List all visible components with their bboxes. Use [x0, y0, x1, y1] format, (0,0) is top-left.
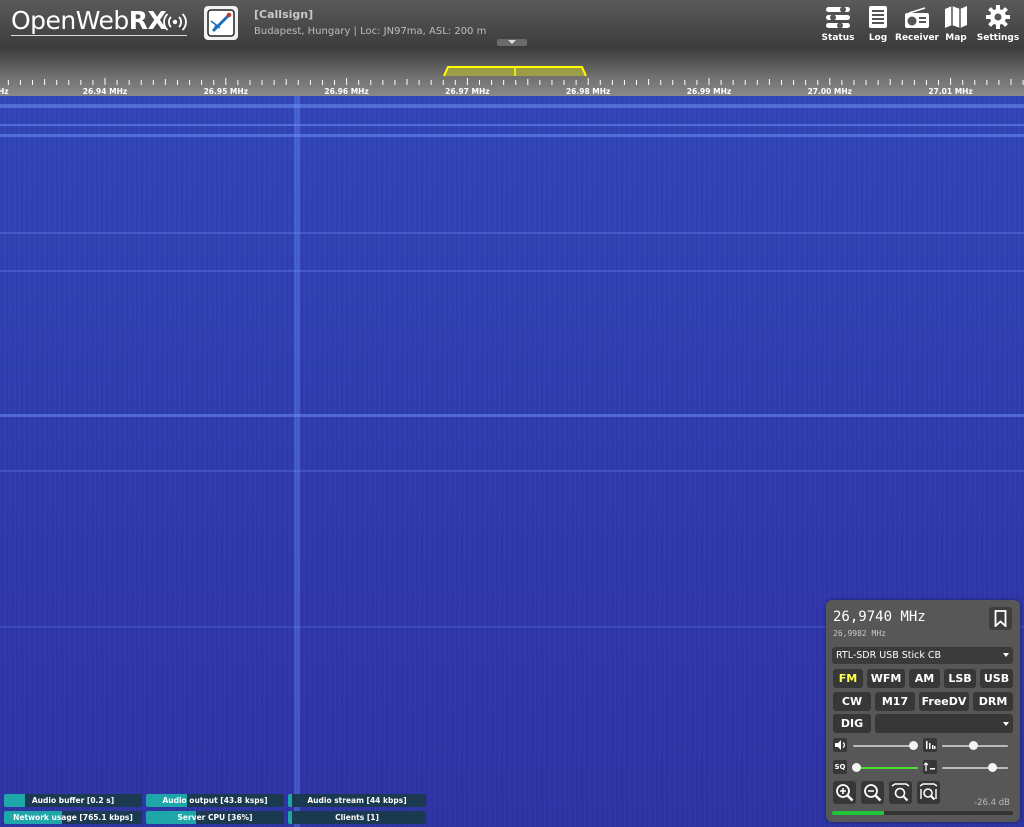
status-network-usage-label: Network usage [765.1 kbps]: [13, 813, 133, 822]
radio-icon: [905, 7, 929, 28]
squelch-auto-button[interactable]: SQ: [833, 760, 847, 774]
tuned-frequency-display[interactable]: 26,9740 MHz: [833, 609, 926, 625]
waterfall-band: [0, 134, 1024, 137]
mode-button-lsb[interactable]: LSB: [944, 669, 976, 688]
status-audio-buffer-label: Audio buffer [0.2 s]: [31, 796, 115, 805]
volume-slider-handle[interactable]: [909, 741, 918, 750]
sdr-profile-value: RTL-SDR USB Stick CB: [836, 650, 942, 661]
agc-icon: [923, 762, 935, 771]
receiver-description: Budapest, Hungary | Loc: JN97ma, ASL: 20…: [254, 26, 487, 37]
logo-underline: [11, 35, 187, 36]
smeter-db-readout: -26.4 dB: [974, 798, 1010, 808]
nav-settings-label: Settings: [976, 33, 1020, 43]
volume-slider-track[interactable]: [853, 745, 915, 747]
scale-label: 26.95 MHz: [204, 87, 248, 96]
zoom-reset-icon: [919, 783, 938, 801]
zoom-in-icon: [836, 784, 854, 802]
status-audio-stream[interactable]: Audio stream [44 kbps]: [288, 794, 426, 807]
nav-log-label: Log: [868, 33, 888, 43]
digital-mode-select[interactable]: [875, 714, 1013, 733]
log-icon: [869, 6, 887, 28]
mode-button-wfm[interactable]: WFM: [867, 669, 905, 688]
mode-button-usb[interactable]: USB: [980, 669, 1013, 688]
scale-label: 26.94 MHz: [83, 87, 127, 96]
bookmark-icon: [994, 610, 1007, 627]
waterfall-band: [0, 470, 1024, 472]
chevron-down-icon: [1003, 722, 1009, 726]
squelch-slider-handle[interactable]: [852, 763, 861, 772]
receiver-avatar-icon: [207, 9, 235, 37]
zoom-to-passband-button[interactable]: [889, 781, 912, 804]
status-server-cpu[interactable]: Server CPU [36%]: [146, 811, 284, 824]
gear-icon: [986, 5, 1010, 29]
status-network-usage[interactable]: Network usage [765.1 kbps]: [4, 811, 142, 824]
scale-label: 27.01 MHz: [928, 87, 972, 96]
status-audio-stream-label: Audio stream [44 kbps]: [307, 796, 407, 805]
status-icon: [826, 6, 850, 29]
waterfall-band: [0, 270, 1024, 272]
agc-slider-track[interactable]: [942, 767, 1008, 769]
status-clients-label: Clients [1]: [335, 813, 379, 822]
mode-button-m17[interactable]: M17: [875, 692, 915, 711]
smeter-level: [832, 811, 885, 815]
mode-button-dig[interactable]: DIG: [833, 714, 871, 733]
mode-button-cw[interactable]: CW: [833, 692, 871, 711]
mode-button-am[interactable]: AM: [909, 669, 940, 688]
top-bar: OpenWebRX [Callsign] Budapest, Hungary |…: [0, 0, 1024, 48]
status-server-cpu-label: Server CPU [36%]: [177, 813, 253, 822]
chevron-down-icon: [1003, 653, 1009, 657]
scale-label: 26.97 MHz: [445, 87, 489, 96]
scale-edge-label: Hz: [0, 87, 9, 96]
mode-button-fm[interactable]: FM: [833, 669, 863, 688]
scale-label: 26.98 MHz: [566, 87, 610, 96]
noise-reduction-button[interactable]: [923, 738, 937, 752]
logo-text-regular: OpenWeb: [11, 6, 129, 35]
scale-label: 26.99 MHz: [687, 87, 731, 96]
waterfall-band: [0, 124, 1024, 126]
map-icon: [945, 6, 967, 28]
agc-button[interactable]: [923, 760, 937, 774]
header-nav: Status Log Receiver Map Settings: [814, 4, 1024, 43]
waterfall-band: [0, 104, 1024, 108]
receiver-name: [Callsign]: [254, 8, 314, 21]
receiver-avatar[interactable]: [204, 6, 238, 40]
status-audio-output-label: Audio output [43.8 ksps]: [162, 796, 268, 805]
waterfall-band: [0, 414, 1024, 417]
bookmark-button[interactable]: [989, 607, 1012, 630]
offset-frequency-display: 26,9982 MHz: [833, 629, 886, 638]
zoom-in-button[interactable]: [833, 781, 856, 804]
squelch-level-indicator: [856, 767, 918, 769]
mode-button-drm[interactable]: DRM: [973, 692, 1013, 711]
waterfall-band: [0, 232, 1024, 234]
radio-waves-icon: [163, 13, 187, 31]
noise-reduction-slider-handle[interactable]: [969, 741, 978, 750]
scale-label: 27.00 MHz: [808, 87, 852, 96]
header-collapse-toggle[interactable]: [497, 39, 527, 46]
smeter-bar: [832, 811, 1013, 815]
nav-settings-button[interactable]: Settings: [972, 4, 1024, 43]
scale-ticks: Hz 26.94 MHz 26.95 MHz 26.96 MHz 26.97 MHz 2…: [0, 66, 1024, 96]
zoom-out-icon: [864, 784, 882, 802]
status-audio-buffer[interactable]: Audio buffer [0.2 s]: [4, 794, 142, 807]
mode-button-freedv[interactable]: FreeDV: [919, 692, 969, 711]
openwebrx-logo[interactable]: OpenWebRX: [11, 6, 167, 35]
bars-icon: [926, 741, 936, 749]
zoom-reset-button[interactable]: [917, 781, 940, 804]
waterfall-carrier: [294, 96, 300, 827]
logo-text-bold: RX: [128, 6, 167, 35]
status-audio-output[interactable]: Audio output [43.8 ksps]: [146, 794, 284, 807]
zoom-passband-icon: [891, 783, 910, 802]
scale-label: 26.96 MHz: [324, 87, 368, 96]
frequency-scale[interactable]: Hz 26.94 MHz 26.95 MHz 26.96 MHz 26.97 MHz 2…: [0, 48, 1024, 96]
receiver-panel: 26,9740 MHz 26,9982 MHz RTL-SDR USB Stic…: [826, 600, 1020, 822]
nav-map-label: Map: [945, 33, 967, 43]
volume-mute-button[interactable]: [833, 738, 847, 752]
status-clients[interactable]: Clients [1]: [288, 811, 426, 824]
nav-status-label: Status: [821, 33, 855, 43]
sdr-profile-select[interactable]: RTL-SDR USB Stick CB: [832, 647, 1013, 664]
speaker-icon: [835, 740, 845, 750]
agc-slider-handle[interactable]: [988, 763, 997, 772]
zoom-out-button[interactable]: [861, 781, 884, 804]
